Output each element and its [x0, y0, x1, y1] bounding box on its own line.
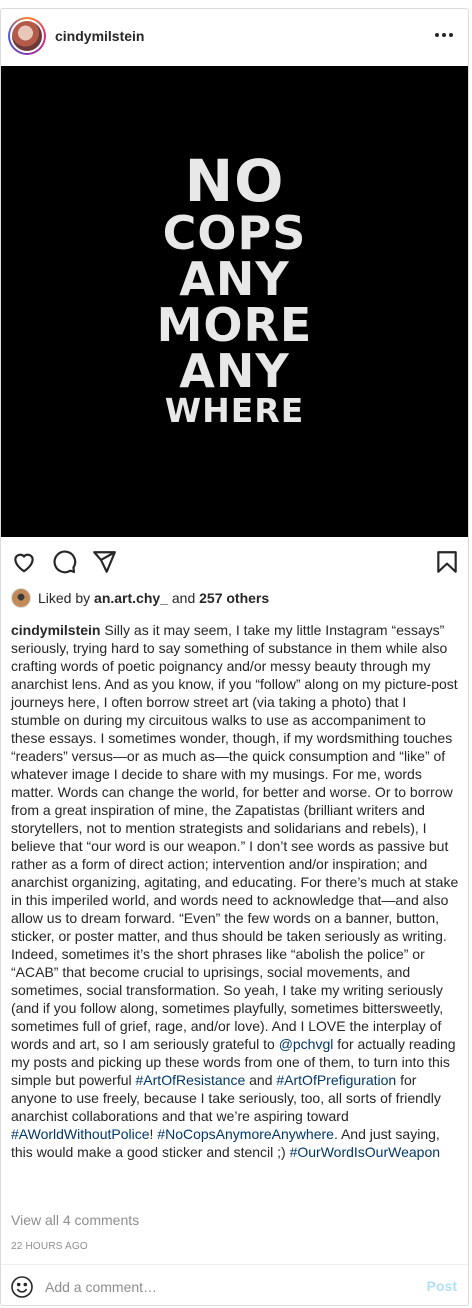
- stencil-line: NO: [184, 147, 285, 215]
- post-header: cindymilstein: [1, 9, 468, 66]
- hashtag-link[interactable]: #ArtOfResistance: [136, 1072, 246, 1088]
- stencil-line: COPS: [162, 206, 307, 260]
- comment-composer: Post: [1, 1264, 468, 1307]
- author-avatar[interactable]: [8, 17, 46, 55]
- liker-username[interactable]: an.art.chy_: [94, 590, 168, 606]
- caption-text: and: [245, 1072, 277, 1088]
- likes-summary: Liked by an.art.chy_ and 257 others: [11, 587, 269, 609]
- hashtag-link[interactable]: #OurWordIsOurWeapon: [290, 1144, 440, 1160]
- share-icon[interactable]: [91, 549, 117, 575]
- hashtag-link[interactable]: #AWorldWithoutPolice: [11, 1126, 150, 1142]
- view-all-comments-link[interactable]: View all 4 comments: [11, 1212, 139, 1228]
- comment-input[interactable]: [45, 1274, 405, 1300]
- author-username[interactable]: cindymilstein: [55, 28, 144, 44]
- caption-username[interactable]: cindymilstein: [11, 622, 100, 638]
- action-bar: [1, 545, 468, 579]
- post-timestamp[interactable]: 22 HOURS AGO: [11, 1241, 88, 1252]
- likes-prefix: Liked by: [38, 590, 91, 606]
- stencil-line: WHERE: [164, 391, 305, 430]
- mention-link[interactable]: @pchvgl: [279, 1036, 334, 1052]
- emoji-icon[interactable]: [10, 1275, 34, 1299]
- post-comment-button[interactable]: Post: [427, 1278, 457, 1294]
- post-card: cindymilstein NO COPS ANY MORE ANY WHERE: [0, 8, 469, 1306]
- hashtag-link[interactable]: #NoCopsAnymoreAnywhere: [157, 1126, 334, 1142]
- stencil-line: MORE: [156, 298, 313, 352]
- liker-avatar[interactable]: [11, 588, 31, 608]
- likes-others-link[interactable]: 257 others: [199, 590, 269, 606]
- post-image[interactable]: NO COPS ANY MORE ANY WHERE: [1, 66, 468, 537]
- stencil-art: NO COPS ANY MORE ANY WHERE: [1, 152, 468, 427]
- hashtag-link[interactable]: #ArtOfPrefiguration: [276, 1072, 396, 1088]
- stencil-line: ANY: [179, 252, 290, 306]
- post-caption: cindymilstein Silly as it may seem, I ta…: [11, 621, 459, 1161]
- comment-icon[interactable]: [51, 549, 77, 575]
- stencil-line: ANY: [179, 344, 290, 398]
- likes-and: and: [171, 590, 196, 606]
- caption-text: Silly as it may seem, I take my little I…: [11, 622, 459, 1052]
- more-options-icon[interactable]: [432, 23, 456, 47]
- heart-icon[interactable]: [11, 549, 37, 575]
- bookmark-icon[interactable]: [434, 549, 460, 575]
